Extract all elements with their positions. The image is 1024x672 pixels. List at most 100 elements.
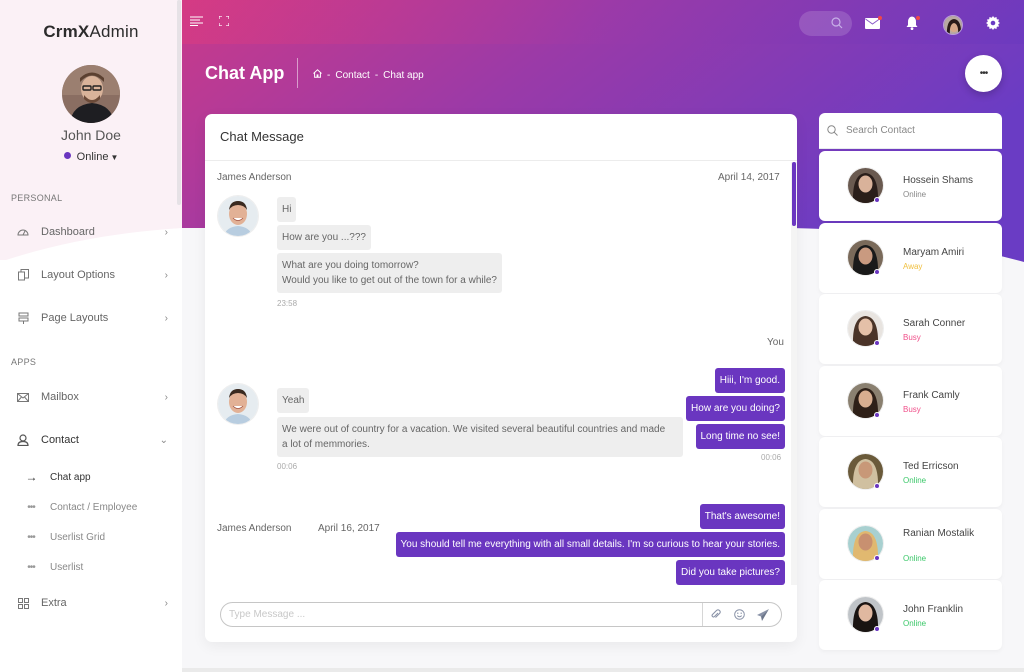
user-icon (15, 434, 31, 446)
notification-badge (916, 16, 920, 20)
contact-status: Online (903, 619, 927, 628)
page-title: Chat App (205, 63, 285, 83)
outgoing-message: Hiii, I'm good. (714, 368, 785, 393)
sidebar-item-layout-options[interactable]: Layout Options › (0, 263, 182, 287)
caret-down-icon: ▼ (110, 153, 119, 162)
bell-icon[interactable] (904, 14, 920, 32)
nav-section-apps: APPS (11, 357, 37, 367)
mail-icon (15, 392, 31, 402)
dashboard-gauge-icon (15, 227, 31, 237)
menu-toggle-icon[interactable] (188, 13, 204, 29)
message-input[interactable] (221, 603, 702, 626)
sidebar-subitem-userlist[interactable]: ••• Userlist (0, 557, 182, 577)
message-sender: James Anderson (217, 172, 292, 183)
contact-search (819, 113, 1002, 149)
contact-item[interactable]: Maryam Amiri Away (819, 222, 1002, 293)
message-time: 00:06 (761, 453, 782, 462)
footer-edge (182, 668, 1024, 672)
copy-icon (15, 269, 31, 281)
fullscreen-icon[interactable] (216, 13, 232, 29)
sidebar: CrmXAdmin John Doe Online ▼ PERSONAL Dash… (0, 0, 182, 672)
message-time: 00:06 (277, 462, 298, 471)
message-date: April 14, 2017 (718, 172, 780, 183)
contact-search-input[interactable] (846, 125, 986, 136)
home-icon[interactable] (313, 69, 322, 81)
outgoing-message: You should tell me everything with all s… (395, 532, 785, 557)
sidebar-item-mailbox[interactable]: Mailbox › (0, 385, 182, 409)
emoji-smile-icon[interactable] (727, 609, 751, 620)
brand-logo[interactable]: CrmXAdmin (0, 22, 182, 42)
contact-status: Away (903, 261, 923, 271)
sender-avatar[interactable] (218, 384, 258, 424)
outgoing-sender-label: You (767, 337, 784, 348)
incoming-message: How are you ...??? (277, 225, 371, 250)
more-options-button[interactable]: ••• (965, 55, 1002, 92)
contacts-panel: Hossein Shams Online Maryam Amiri Away Sarah… (819, 113, 1002, 650)
contact-item[interactable]: Sarah Conner Busy (819, 294, 1002, 364)
contact-name: Ted Erricson (903, 461, 959, 472)
grid-icon (15, 597, 31, 609)
mail-icon[interactable] (863, 15, 882, 31)
contact-item[interactable]: Ted Erricson Online (819, 437, 1002, 507)
sidebar-subitem-userlist-grid[interactable]: ••• Userlist Grid (0, 527, 182, 547)
breadcrumb: - Contact - Chat app (313, 69, 424, 81)
message-date: April 16, 2017 (318, 523, 380, 534)
sidebar-subitem-contact-employee[interactable]: ••• Contact / Employee (0, 497, 182, 517)
profile-avatar[interactable] (62, 65, 120, 123)
layout-icon (15, 312, 31, 324)
profile-status-dropdown[interactable]: Online ▼ (0, 151, 182, 163)
contact-name: Frank Camly (903, 389, 960, 401)
breadcrumb-separator: - (374, 69, 379, 81)
dots-icon: ••• (27, 561, 36, 573)
chevron-right-icon: › (164, 312, 168, 324)
contact-name: Ranian Mostalik (903, 527, 975, 539)
chevron-right-icon: › (164, 391, 168, 403)
arrow-right-icon: → (25, 470, 38, 484)
user-avatar[interactable] (943, 15, 963, 35)
outgoing-message: That's awesome! (699, 504, 785, 529)
sidebar-item-page-layouts[interactable]: Page Layouts › (0, 306, 182, 330)
dots-icon: ••• (27, 531, 36, 543)
contact-name: John Franklin (903, 604, 964, 615)
contact-status: Busy (903, 404, 921, 414)
sender-avatar[interactable] (218, 196, 258, 236)
attach-paperclip-icon[interactable] (703, 609, 727, 620)
incoming-message: Hi (277, 197, 297, 222)
incoming-message: We were out of country for a vacation. W… (277, 417, 683, 457)
search-icon (827, 125, 838, 136)
contact-name: Sarah Conner (903, 318, 966, 329)
chevron-right-icon: › (164, 597, 168, 609)
outgoing-message: Did you take pictures? (676, 560, 785, 585)
chat-messages: James Anderson April 14, 2017 Hi How are… (205, 162, 797, 585)
presence-dot (874, 268, 880, 275)
contact-status: Busy (903, 333, 921, 342)
breadcrumb-contact[interactable]: Contact (335, 70, 369, 81)
incoming-message: What are you doing tomorrow? Would you l… (277, 253, 502, 293)
contact-item[interactable]: Hossein Shams Online (819, 151, 1002, 221)
sidebar-item-dashboard[interactable]: Dashboard › (0, 220, 182, 244)
message-time: 23:58 (277, 299, 298, 308)
top-search-button[interactable] (799, 11, 852, 36)
sidebar-subitem-chat-app[interactable]: → Chat app (0, 467, 182, 487)
mail-badge (878, 16, 882, 20)
settings-gear-icon[interactable] (985, 15, 1001, 31)
chat-panel-title: Chat Message (205, 114, 797, 161)
sidebar-item-extra[interactable]: Extra › (0, 591, 182, 615)
search-icon (831, 16, 843, 34)
presence-dot (874, 411, 880, 418)
presence-dot (874, 340, 880, 346)
breadcrumb-chat-app[interactable]: Chat app (383, 70, 424, 81)
chevron-down-icon: ⌄ (159, 434, 168, 446)
nav-section-personal: PERSONAL (11, 193, 63, 203)
incoming-message: Yeah (277, 388, 310, 413)
contact-item[interactable]: Frank Camly Busy (819, 365, 1002, 436)
presence-dot (874, 554, 880, 561)
contact-name: Maryam Amiri (903, 246, 965, 258)
contact-item[interactable]: Ranian Mostalik Online (819, 508, 1002, 579)
outgoing-message: Long time no see! (695, 424, 785, 449)
chat-panel: Chat Message James Anderson April 14, 20… (205, 114, 797, 642)
contact-item[interactable]: John Franklin Online (819, 580, 1002, 650)
sidebar-item-contact[interactable]: Contact ⌄ (0, 428, 182, 452)
presence-dot (874, 197, 880, 203)
send-paper-plane-icon[interactable] (751, 608, 775, 621)
